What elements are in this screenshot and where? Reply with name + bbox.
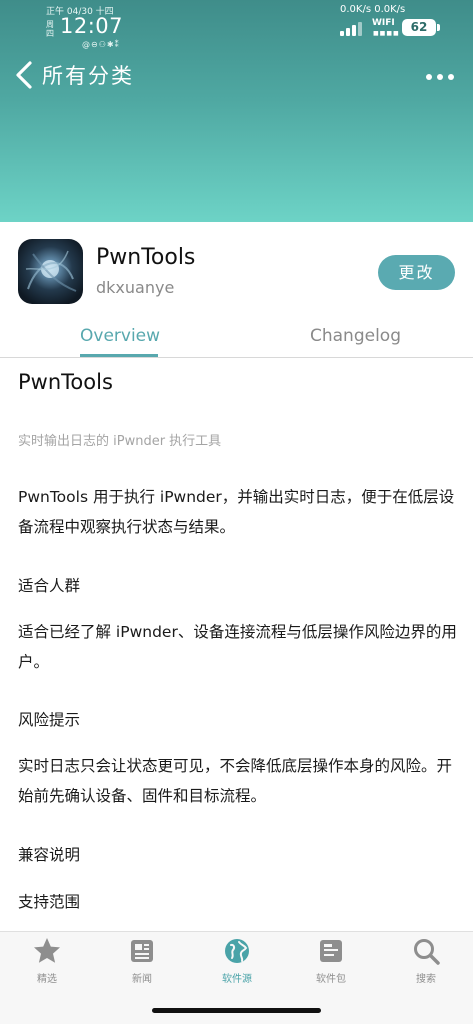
tabbar-label: 软件源 — [222, 974, 252, 985]
status-bar: 正午 04/30 十四 周四 12:07 @⊖⚇✱⁑ 0.0K/s 0.0K/s… — [0, 0, 473, 56]
package-icon — [320, 940, 342, 962]
more-dots-icon — [426, 74, 432, 80]
section-title-support-range: 支持范围 — [18, 893, 81, 911]
wifi-icon: WIFI — [372, 18, 395, 28]
tab-changelog[interactable]: Changelog — [310, 326, 401, 346]
tabbar-item-news[interactable]: 新闻 — [112, 936, 172, 992]
app-developer: dkxuanye — [96, 278, 175, 297]
home-indicator[interactable] — [152, 1008, 321, 1013]
audience-paragraph: 适合已经了解 iPwnder、设备连接流程与低层操作风险边界的用户。 — [18, 623, 457, 671]
status-notification-icons: @⊖⚇✱⁑ — [82, 40, 120, 49]
risk-paragraph: 实时日志只会让状态更可见，不会降低底层操作本身的风险。开始前先确认设备、固件和目… — [18, 757, 453, 805]
news-icon — [131, 940, 153, 962]
battery-icon: 62 — [402, 19, 440, 36]
status-net-speed: 0.0K/s 0.0K/s — [340, 4, 406, 15]
globe-icon — [225, 939, 249, 963]
tabbar-label: 新闻 — [132, 974, 152, 985]
description-title: PwnTools — [18, 370, 113, 394]
signal-icon — [340, 22, 364, 36]
wifi-strength: ■■■■ — [373, 30, 400, 37]
modify-button[interactable]: 更改 — [378, 255, 455, 290]
tab-divider — [0, 357, 473, 358]
description-paragraph: PwnTools 用于执行 iPwnder，并输出实时日志，便于在低层设备流程中… — [18, 488, 455, 536]
section-title-compatibility: 兼容说明 — [18, 846, 81, 864]
back-button[interactable] — [12, 58, 42, 92]
tabbar-label: 软件包 — [316, 974, 346, 985]
status-time: 12:07 — [60, 14, 124, 38]
tabbar-label: 搜索 — [416, 974, 436, 985]
tabbar-item-packages[interactable]: 软件包 — [301, 936, 361, 992]
app-icon — [18, 239, 83, 304]
tabbar-label: 精选 — [37, 974, 57, 985]
tabbar-item-search[interactable]: 搜索 — [396, 936, 456, 992]
section-title-audience: 适合人群 — [18, 577, 81, 595]
tabbar-item-sources[interactable]: 软件源 — [207, 936, 267, 992]
description-subtitle: 实时输出日志的 iPwnder 执行工具 — [18, 434, 222, 449]
status-weekday: 周四 — [46, 20, 54, 38]
tab-overview[interactable]: Overview — [80, 326, 160, 346]
star-icon — [34, 938, 60, 963]
chevron-left-icon — [16, 61, 32, 89]
more-button[interactable] — [420, 62, 460, 90]
app-name: PwnTools — [96, 245, 196, 270]
search-icon — [414, 939, 440, 965]
nav-title: 所有分类 — [42, 64, 134, 88]
section-title-risk: 风险提示 — [18, 711, 81, 729]
tabbar-item-featured[interactable]: 精选 — [17, 936, 77, 992]
